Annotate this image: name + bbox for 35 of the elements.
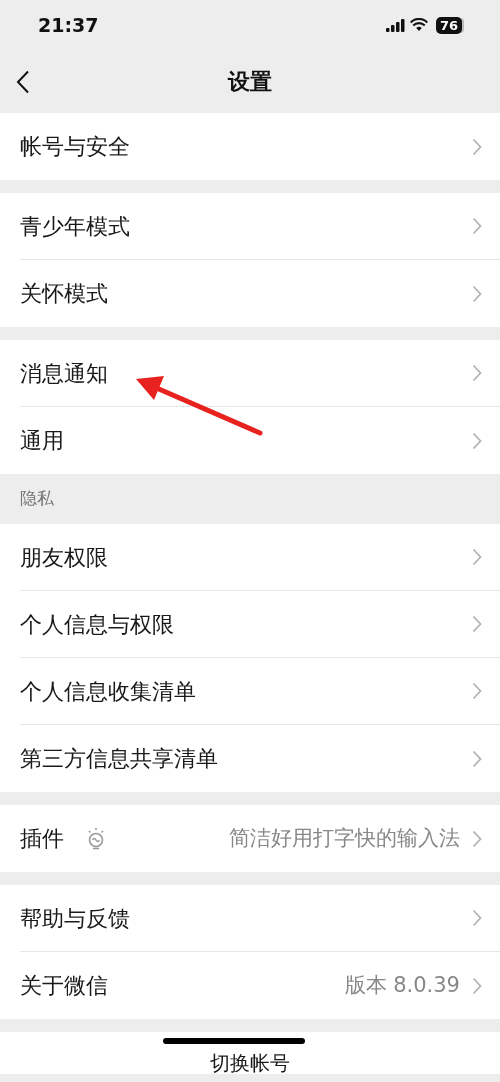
settings-item[interactable]: 朋友权限 bbox=[20, 540, 108, 574]
settings-item[interactable]: 个人信息收集清单 bbox=[20, 674, 196, 708]
settings-item[interactable]: 个人信息与权限 bbox=[20, 607, 174, 641]
settings-item[interactable]: 关于微信 bbox=[20, 969, 108, 1002]
chevron-icon bbox=[472, 284, 482, 303]
chevron-icon bbox=[472, 217, 482, 235]
chevron-icon bbox=[472, 909, 482, 927]
chevron-icon bbox=[472, 137, 482, 156]
settings-item[interactable]: 关怀模式 bbox=[20, 277, 108, 310]
chevron-icon bbox=[472, 548, 482, 566]
item-value: 简洁好用打字快的输入法 bbox=[229, 824, 460, 852]
settings-item[interactable]: 通用 bbox=[20, 424, 64, 457]
section-header: 隐私 bbox=[19, 487, 55, 511]
battery-indicator: 76 bbox=[435, 16, 462, 34]
chevron-icon bbox=[472, 431, 482, 450]
settings-item[interactable]: 插件 bbox=[20, 822, 64, 855]
chevron-icon bbox=[472, 976, 482, 995]
chevron-icon bbox=[472, 364, 482, 382]
chevron-icon bbox=[472, 829, 482, 848]
chevron-icon bbox=[472, 682, 482, 700]
back-button[interactable] bbox=[16, 69, 30, 94]
switch-account-button[interactable]: 切换帐号 bbox=[210, 1052, 290, 1074]
item-value: 版本 8.0.39 bbox=[344, 971, 460, 999]
signal-icon bbox=[385, 18, 406, 32]
status-time: 21:37 bbox=[38, 12, 99, 38]
settings-item[interactable]: 第三方信息共享清单 bbox=[20, 742, 218, 775]
settings-item[interactable]: 帮助与反馈 bbox=[20, 901, 130, 935]
settings-item[interactable]: 帐号与安全 bbox=[20, 130, 130, 163]
settings-item[interactable]: 消息通知 bbox=[20, 356, 108, 390]
chevron-icon bbox=[472, 749, 482, 768]
page-title: 设置 bbox=[228, 68, 272, 96]
chevron-icon bbox=[472, 615, 482, 633]
lightbulb-icon bbox=[86, 826, 106, 851]
settings-item[interactable]: 青少年模式 bbox=[20, 209, 130, 243]
wifi-icon bbox=[409, 18, 428, 32]
